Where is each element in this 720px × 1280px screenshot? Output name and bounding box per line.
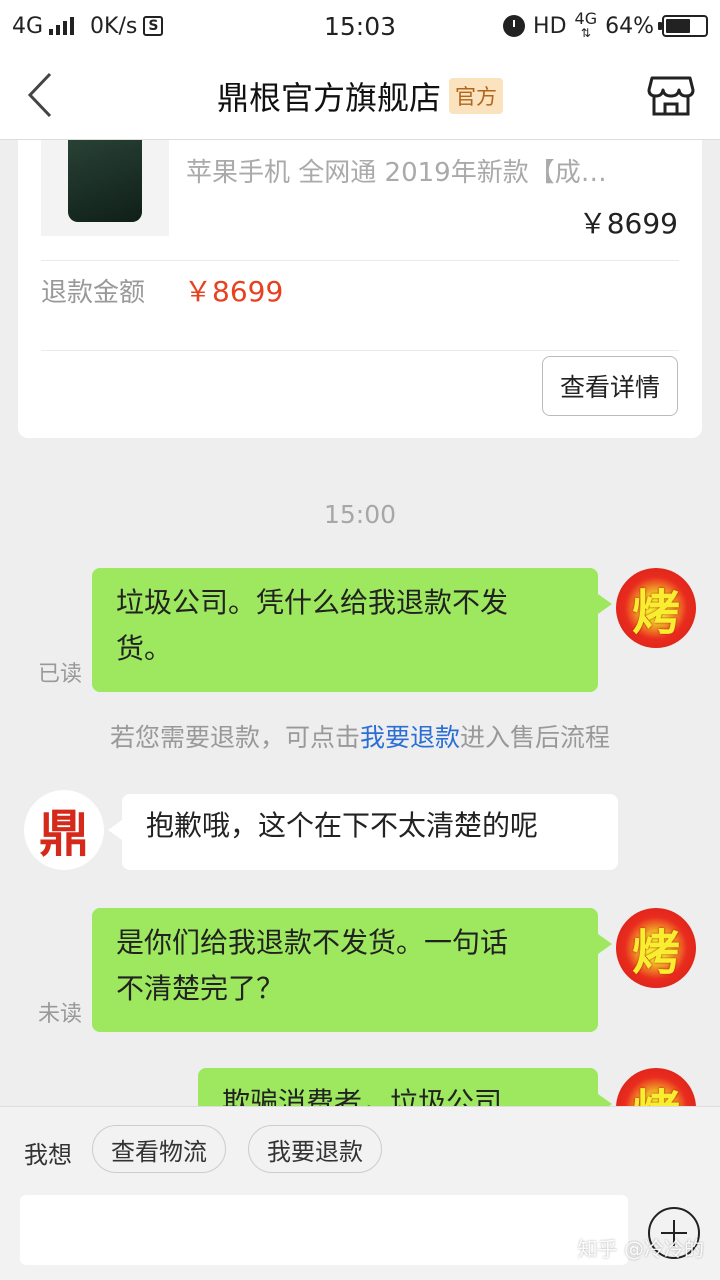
divider [41,260,679,261]
s-badge-icon: S [143,16,164,36]
message-line: 是你们给我退款不发货。一句话 [116,926,509,959]
view-logistics-button[interactable]: 查看物流 [92,1125,226,1173]
product-thumbnail[interactable] [41,140,169,236]
message-line: 货。 [116,632,173,665]
refund-label: 退款金额 [41,278,146,308]
divider [41,350,679,351]
network-speed: 0K/s [90,13,138,39]
message-line: 垃圾公司。凭什么给我退款不发 [116,586,509,619]
view-details-button[interactable]: 查看详情 [542,356,678,416]
tip-text: 若您需要退款，可点击 [109,723,360,752]
refund-tip: 若您需要退款，可点击我要退款进入售后流程 [0,718,720,754]
message-input[interactable] [20,1195,628,1265]
request-refund-button[interactable]: 我要退款 [248,1125,382,1173]
user-avatar[interactable]: 烤 [616,908,696,988]
watermark: 知乎 @冷冷的 [577,1237,704,1261]
page-title: 鼎根官方旗舰店 [216,78,441,117]
battery-icon [658,15,708,37]
network-type: 4G [12,13,44,39]
chat-area[interactable]: 苹果手机 全网通 2019年新款【成… ￥8699 退款金额 ￥8699 查看详… [0,140,720,1106]
nav-bar: 鼎根官方旗舰店 官方 [0,52,720,140]
shop-avatar[interactable]: 鼎 [24,790,104,870]
user-avatar[interactable]: 烤 [616,568,696,648]
alarm-icon [503,15,526,37]
product-price: ￥8699 [578,207,678,240]
storefront-icon[interactable] [646,70,696,120]
message-bubble-incoming[interactable]: 抱歉哦，这个在下不太清楚的呢 [108,794,618,870]
data-4g-icon: 4G ⇅ [574,9,598,41]
bottom-panel: 我想 查看物流 我要退款 知乎 @冷冷的 [0,1106,720,1280]
message-bubble-outgoing[interactable]: 垃圾公司。凭什么给我退款不发 货。 [92,568,612,692]
message-bubble-outgoing[interactable]: 是你们给我退款不发货。一句话 不清楚完了？ [92,908,612,1032]
chevron-left-icon[interactable] [22,70,72,120]
message-line: 不清楚完了？ [116,972,285,1005]
tip-text: 进入售后流程 [460,723,611,752]
quick-actions-label: 我想 [24,1141,72,1169]
refund-link[interactable]: 我要退款 [360,723,460,752]
message-line: 抱歉哦，这个在下不太清楚的呢 [146,809,539,842]
hd-label: HD [533,13,567,39]
signal-icon [49,17,75,35]
unread-status: 未读 [38,1002,83,1027]
message-timestamp: 15:00 [323,500,397,529]
message-line: 欺骗消费者，垃圾公司 [222,1086,503,1106]
phone-image [68,140,142,222]
order-card: 苹果手机 全网通 2019年新款【成… ￥8699 退款金额 ￥8699 查看详… [18,140,702,438]
status-bar: 4G 0K/s S 15:03 HD 4G ⇅ 64% [0,0,720,52]
official-badge: 官方 [449,77,503,114]
product-title[interactable]: 苹果手机 全网通 2019年新款【成… [186,152,666,189]
read-status: 已读 [38,662,83,687]
user-avatar[interactable]: 烤 [616,1068,696,1106]
message-bubble-outgoing[interactable]: 欺骗消费者，垃圾公司 [198,1068,612,1106]
refund-value: ￥8699 [184,275,284,308]
battery-percent: 64% [605,13,654,39]
